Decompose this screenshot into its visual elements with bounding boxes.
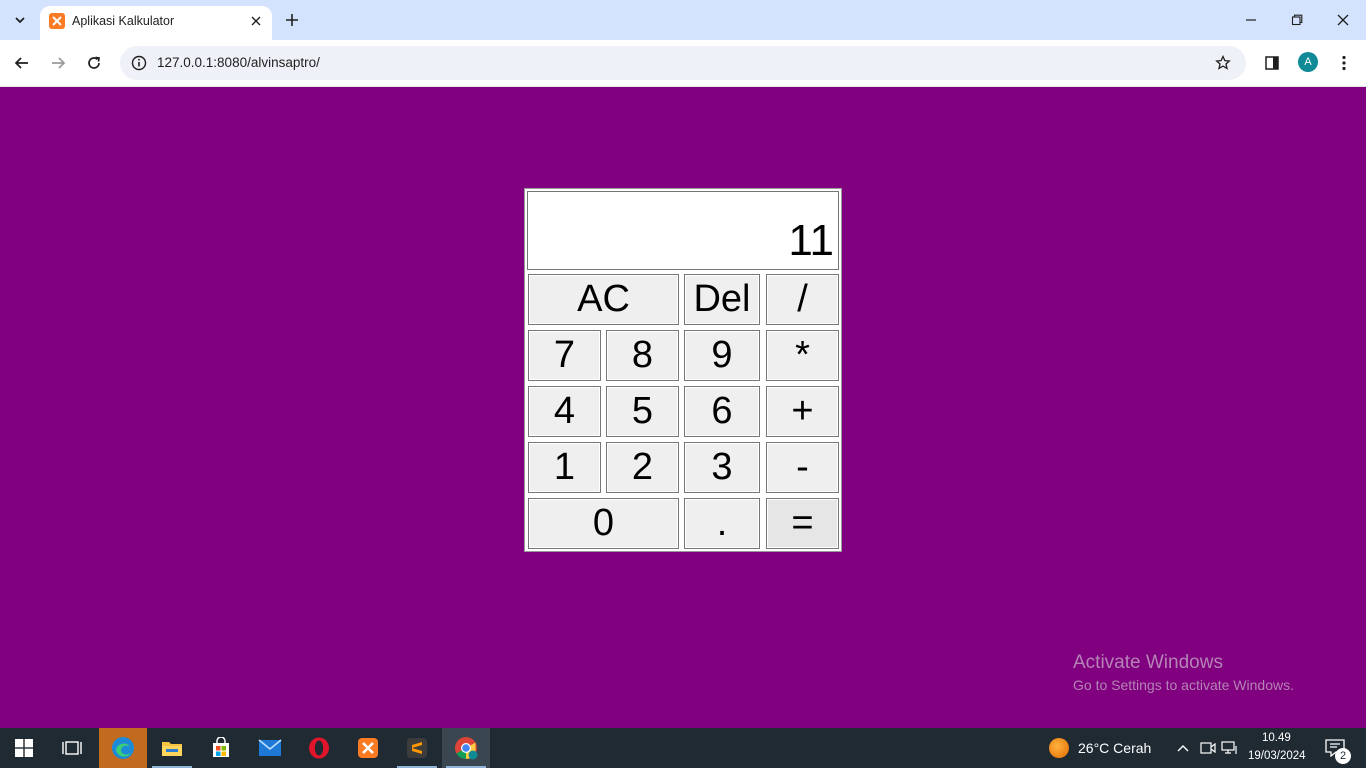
chevron-up-icon[interactable] — [1173, 738, 1193, 758]
multiply-button[interactable]: * — [765, 329, 840, 382]
browser-tab[interactable]: Aplikasi Kalkulator — [40, 6, 272, 40]
all-clear-button[interactable]: AC — [527, 273, 680, 326]
reload-icon[interactable] — [80, 49, 108, 77]
divide-button[interactable]: / — [765, 273, 840, 326]
site-info-icon[interactable] — [128, 52, 150, 74]
calculator: 11 AC Del / 7 8 9 * 4 5 6 + 1 2 3 - 0 . … — [524, 188, 842, 552]
minimize-icon[interactable] — [1228, 0, 1274, 40]
activate-windows-title: Activate Windows — [1073, 652, 1223, 673]
edge-browser-icon[interactable] — [99, 728, 147, 768]
delete-button[interactable]: Del — [683, 273, 761, 326]
browser-toolbar: 127.0.0.1:8080/alvinsaptro/ A — [0, 40, 1366, 87]
sublime-text-icon[interactable] — [393, 728, 441, 768]
calculator-display[interactable]: 11 — [527, 191, 839, 270]
tab-strip: Aplikasi Kalkulator — [0, 0, 1366, 40]
chrome-browser-icon[interactable] — [442, 728, 490, 768]
equals-button[interactable]: = — [765, 497, 840, 550]
activate-windows-subtitle: Go to Settings to activate Windows. — [1073, 677, 1294, 693]
digit-5-button[interactable]: 5 — [605, 385, 680, 438]
bookmark-star-icon[interactable] — [1212, 52, 1234, 74]
tab-search-button[interactable] — [6, 6, 34, 34]
windows-start-icon[interactable] — [0, 728, 48, 768]
network-icon[interactable] — [1220, 738, 1240, 758]
address-bar[interactable]: 127.0.0.1:8080/alvinsaptro/ — [120, 46, 1246, 80]
digit-0-button[interactable]: 0 — [527, 497, 680, 550]
digit-9-button[interactable]: 9 — [683, 329, 761, 382]
tab-title: Aplikasi Kalkulator — [72, 14, 175, 28]
clock-time[interactable]: 10.49 — [1262, 732, 1291, 744]
restore-icon[interactable] — [1274, 0, 1320, 40]
mail-icon[interactable] — [246, 728, 294, 768]
microsoft-store-icon[interactable] — [197, 728, 245, 768]
digit-2-button[interactable]: 2 — [605, 441, 680, 494]
xampp-icon[interactable] — [344, 728, 392, 768]
close-window-icon[interactable] — [1320, 0, 1366, 40]
weather-sun-icon[interactable] — [1049, 738, 1069, 758]
url-text[interactable]: 127.0.0.1:8080/alvinsaptro/ — [157, 55, 320, 70]
digit-7-button[interactable]: 7 — [527, 329, 602, 382]
plus-button[interactable]: + — [765, 385, 840, 438]
side-panel-icon[interactable] — [1258, 49, 1286, 77]
digit-1-button[interactable]: 1 — [527, 441, 602, 494]
weather-text[interactable]: 26°C Cerah — [1078, 740, 1151, 756]
clock-date[interactable]: 19/03/2024 — [1248, 750, 1306, 762]
new-tab-plus-icon[interactable] — [280, 8, 304, 32]
tab-close-icon[interactable] — [246, 11, 266, 31]
decimal-point-button[interactable]: . — [683, 497, 761, 550]
forward-arrow-icon[interactable] — [44, 49, 72, 77]
profile-avatar[interactable]: A — [1298, 52, 1318, 72]
digit-6-button[interactable]: 6 — [683, 385, 761, 438]
minus-button[interactable]: - — [765, 441, 840, 494]
kebab-menu-icon[interactable] — [1330, 49, 1358, 77]
opera-browser-icon[interactable] — [295, 728, 343, 768]
file-explorer-icon[interactable] — [148, 728, 196, 768]
digit-3-button[interactable]: 3 — [683, 441, 761, 494]
taskbar: 26°C Cerah 10.49 19/03/2024 2 — [0, 728, 1366, 768]
notification-count-badge: 2 — [1335, 748, 1351, 764]
digit-8-button[interactable]: 8 — [605, 329, 680, 382]
xampp-favicon-icon — [49, 13, 65, 29]
back-arrow-icon[interactable] — [8, 49, 36, 77]
meet-now-icon[interactable] — [1198, 738, 1218, 758]
chevron-down-icon — [15, 17, 25, 24]
task-view-icon[interactable] — [48, 728, 96, 768]
digit-4-button[interactable]: 4 — [527, 385, 602, 438]
